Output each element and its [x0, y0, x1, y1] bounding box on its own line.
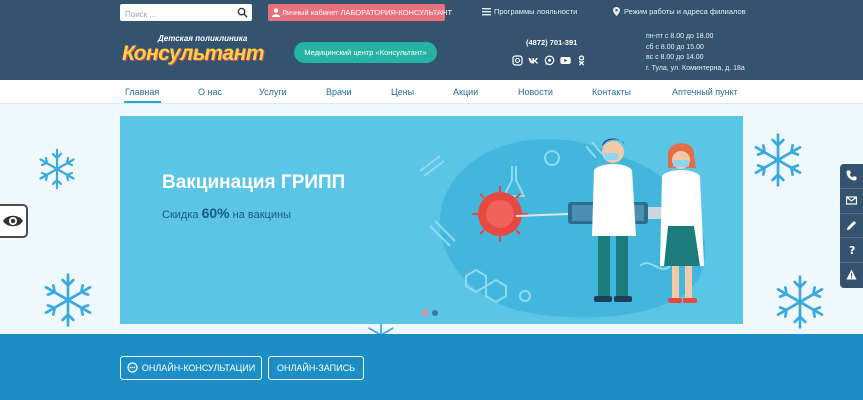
hours-weekdays: пн-пт с 8.00 до 18.00 [646, 33, 714, 40]
list-icon [482, 8, 491, 16]
main-nav: Главная О нас Услуги Врачи Цены Акции Но… [0, 80, 863, 104]
personal-cabinet-label: Личный кабинет ЛАБОРАТОРИЯ-КОНСУЛЬТАНТ [282, 8, 453, 17]
nav-item-doctors[interactable]: Врачи [326, 87, 352, 97]
branches-label: Режим работы и адреса филиалов [624, 7, 746, 16]
side-contact-panel: ? [840, 164, 863, 288]
slider-dot[interactable] [422, 310, 428, 316]
med-center-button[interactable]: Медицинский центр «Консультант» [294, 42, 437, 63]
side-review-button[interactable] [840, 214, 863, 239]
side-warning-button[interactable] [840, 263, 863, 288]
site-header: Детская поликлиника Консультант Медицинс… [0, 26, 863, 80]
online-consult-label: ОНЛАЙН-КОНСУЛЬТАЦИИ [141, 363, 256, 373]
nav-item-news[interactable]: Новости [518, 87, 553, 97]
eye-icon [3, 215, 23, 227]
svg-text:?: ? [849, 244, 855, 255]
nav-item-home[interactable]: Главная [125, 87, 159, 97]
mail-icon [846, 196, 857, 205]
virus-illustration [472, 186, 528, 242]
side-phone-button[interactable] [840, 164, 863, 189]
nav-item-about[interactable]: О нас [198, 87, 222, 97]
side-mail-button[interactable] [840, 189, 863, 214]
logo[interactable]: Детская поликлиника Консультант [118, 32, 264, 76]
online-booking-label: ОНЛАЙН-ЗАПИСЬ [276, 363, 356, 373]
social-links [512, 53, 587, 66]
snowflake-icon [776, 275, 824, 329]
logo-title: Консультант [122, 42, 264, 65]
loyalty-label: Программы лояльности [494, 7, 578, 16]
vk-icon[interactable] [528, 53, 539, 64]
nav-active-indicator [124, 101, 161, 103]
snowflake-icon [39, 148, 75, 190]
banner-subtitle-suffix: на вакцины [232, 209, 291, 221]
youtube-icon[interactable] [560, 53, 571, 64]
user-icon [272, 8, 280, 17]
phone-number[interactable]: (4872) 701-391 [526, 38, 577, 47]
online-services-strip: ОНЛАЙН-КОНСУЛЬТАЦИИ ОНЛАЙН-ЗАПИСЬ [0, 334, 863, 400]
accessibility-toggle[interactable] [0, 204, 28, 238]
hero-section: Вакцинация ГРИПП Скидка 60% на вакцины ? [0, 104, 863, 334]
map-pin-icon [613, 7, 620, 16]
slider-dot-active[interactable] [432, 310, 438, 316]
nav-item-pharmacy[interactable]: Аптечный пункт [672, 87, 738, 97]
banner-title: Вакцинация ГРИПП [162, 172, 346, 193]
nav-item-promotions[interactable]: Акции [453, 87, 478, 97]
hours-saturday: сб с 8.00 до 15.00 [646, 43, 704, 51]
hours-sunday: вс с 8.00 до 14.00 [646, 54, 704, 61]
odnoklassniki-icon[interactable] [576, 53, 587, 66]
whatsapp-icon[interactable] [544, 53, 555, 66]
nav-item-prices[interactable]: Цены [391, 87, 414, 97]
phone-icon [846, 170, 857, 181]
side-question-button[interactable]: ? [840, 238, 863, 264]
slider-dots [422, 310, 438, 316]
banner-subtitle: Скидка 60% на вакцины [162, 205, 291, 221]
online-booking-button[interactable]: ОНЛАЙН-ЗАПИСЬ [268, 356, 364, 380]
promo-banner[interactable]: Вакцинация ГРИПП Скидка 60% на вакцины [120, 116, 743, 324]
pen-icon [847, 220, 856, 230]
snowflake-icon [754, 133, 802, 187]
search-input[interactable] [120, 6, 230, 23]
top-bar: Личный кабинет ЛАБОРАТОРИЯ-КОНСУЛЬТАНТ П… [0, 0, 863, 26]
nav-item-services[interactable]: Услуги [259, 87, 287, 97]
nav-item-contacts[interactable]: Контакты [592, 87, 631, 97]
instagram-icon[interactable] [512, 53, 523, 66]
loyalty-link[interactable]: Программы лояльности [482, 7, 577, 16]
working-hours: пн-пт с 8.00 до 18.00 сб с 8.00 до 15.00… [646, 32, 745, 74]
personal-cabinet-button[interactable]: Личный кабинет ЛАБОРАТОРИЯ-КОНСУЛЬТАНТ [268, 4, 452, 21]
online-consult-button[interactable]: ОНЛАЙН-КОНСУЛЬТАЦИИ [120, 356, 262, 380]
question-icon: ? [849, 244, 855, 255]
banner-subtitle-prefix: Скидка [162, 209, 199, 221]
snowflake-icon [44, 273, 92, 327]
search-icon[interactable] [237, 7, 248, 18]
address: г. Тула, ул. Коминтерна, д. 18а [646, 64, 745, 72]
chat-icon [127, 362, 138, 373]
banner-discount: 60% [201, 205, 230, 221]
search-box[interactable] [120, 4, 252, 23]
warning-icon [846, 269, 857, 280]
branches-link[interactable]: Режим работы и адреса филиалов [612, 7, 746, 16]
